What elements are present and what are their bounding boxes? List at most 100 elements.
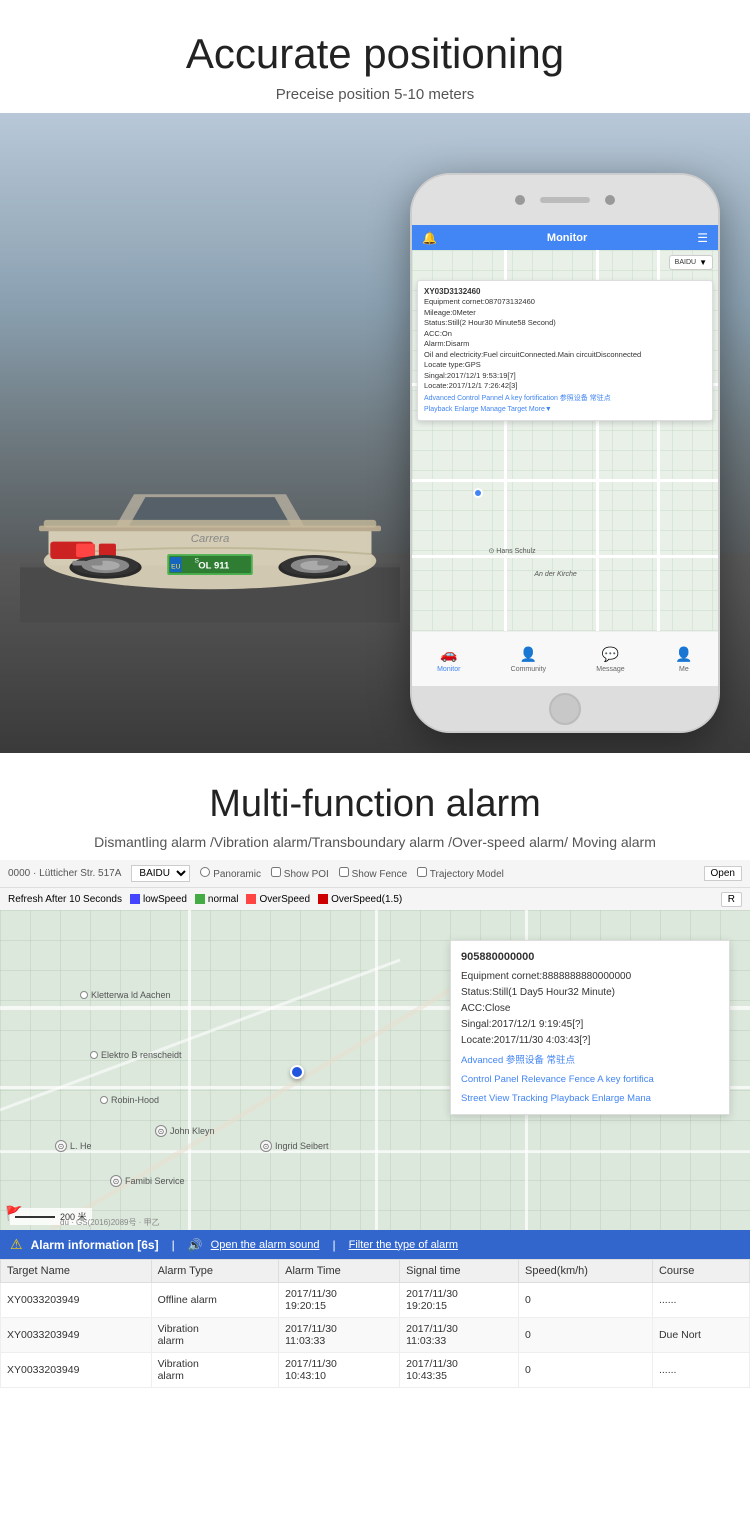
show-fence-checkbox[interactable] <box>339 867 349 877</box>
popup-links3[interactable]: Street View Tracking Playback Enlarge Ma… <box>461 1091 719 1106</box>
car-image: EU OL 911 S Carrera <box>20 388 400 653</box>
phone-bottom-nav: 🚗 Monitor 👤 Community 💬 Message 👤 Me <box>412 631 718 686</box>
nav-me-label: Me <box>679 666 689 673</box>
phone-map-area: BAIDU ▼ XY03D3132460 Equipment cornet:08… <box>412 250 718 631</box>
popup-singal: Singal:2017/12/1 9:19:45[?] <box>461 1017 719 1033</box>
alarm-table-header: Target Name Alarm Type Alarm Time Signal… <box>1 1260 750 1283</box>
toolbar-map-select[interactable]: BAIDU <box>131 865 190 882</box>
alarm-icon: ⚠ <box>10 1236 23 1253</box>
popup-device-id: XY03D3132460 <box>424 286 706 297</box>
nav-community[interactable]: 👤 Community <box>511 646 546 673</box>
alarm-open-sound[interactable]: Open the alarm sound <box>211 1239 320 1251</box>
toolbar-address: 0000 · Lütticher Str. 517A <box>8 868 121 879</box>
popup-mileage: Mileage:0Meter <box>424 308 706 319</box>
alarm-separator: | <box>172 1238 175 1252</box>
cell-alarm-time: 2017/11/30 19:20:15 <box>279 1283 400 1318</box>
cell-signal-time: 2017/11/30 11:03:33 <box>400 1318 519 1353</box>
legend-normal: normal <box>195 894 239 905</box>
alarm-header: ⚠ Alarm information [6s] | 🔊 Open the al… <box>0 1230 750 1259</box>
popup-links1[interactable]: Advanced Control Pannel A key fortificat… <box>424 394 706 404</box>
john-kleyn-label: ⊙ John Kleyn <box>155 1125 215 1137</box>
device-info-popup: XY03D3132460 Equipment cornet:0870731324… <box>417 280 713 421</box>
nav-monitor-label: Monitor <box>437 666 460 673</box>
refresh-label: Refresh After 10 Seconds <box>8 894 122 905</box>
alarm-table: Target Name Alarm Type Alarm Time Signal… <box>0 1259 750 1388</box>
col-target: Target Name <box>1 1260 152 1283</box>
toolbar-show-fence: Show Fence <box>339 867 407 880</box>
menu-icon: ☰ <box>697 231 708 245</box>
kletterwald-label: Kletterwa ld Aachen <box>80 990 171 1000</box>
popup-links2[interactable]: Control Panel Relevance Fence A key fort… <box>461 1072 719 1087</box>
open-button[interactable]: Open <box>704 866 742 881</box>
panoramic-radio[interactable] <box>200 867 210 877</box>
nav-community-label: Community <box>511 666 546 673</box>
svg-text:Carrera: Carrera <box>191 533 230 545</box>
phone-home-button[interactable] <box>412 686 718 731</box>
section1-header: Accurate positioning Preceise position 5… <box>0 0 750 113</box>
svg-text:EU: EU <box>171 563 180 570</box>
map-watermark: du · GS(2016)2089号 · 甲乙 <box>60 1217 160 1228</box>
me-nav-icon: 👤 <box>675 646 693 664</box>
community-nav-icon: 👤 <box>519 646 537 664</box>
nav-message-label: Message <box>596 666 624 673</box>
alarm-header-text: Alarm information [6s] <box>31 1238 159 1252</box>
popup-cornet: Equipment cornet:8888888880000000 <box>461 969 719 985</box>
cell-signal-time: 2017/11/30 10:43:35 <box>400 1353 519 1388</box>
main-map-area: Kletterwa ld Aachen Elektro B renscheidt… <box>0 910 750 1230</box>
cell-target: XY0033203949 <box>1 1353 152 1388</box>
alarm-table-row: XY0033203949 Vibration alarm 2017/11/30 … <box>1 1318 750 1353</box>
map-place-hans: ⊙ Hans Schulz <box>489 547 536 555</box>
popup-links2[interactable]: Playback Enlarge Manage Target More▼ <box>424 405 706 415</box>
map-pin <box>473 488 483 498</box>
phone-top-bar <box>412 175 718 225</box>
cell-course: ...... <box>652 1353 749 1388</box>
popup-status: Status:Still(2 Hour30 Minute58 Second) <box>424 318 706 329</box>
popup-alarm: Alarm:Disarm <box>424 339 706 350</box>
svg-text:OL 911: OL 911 <box>198 560 230 571</box>
col-course: Course <box>652 1260 749 1283</box>
map-dropdown[interactable]: BAIDU ▼ <box>669 255 713 270</box>
cell-type: Vibration alarm <box>151 1318 279 1353</box>
alarm-section: ⚠ Alarm information [6s] | 🔊 Open the al… <box>0 1230 750 1388</box>
section1-title: Accurate positioning <box>20 30 730 78</box>
phone-mockup: 🔔 Monitor ☰ BAIDU ▼ <box>410 173 720 733</box>
alarm-filter[interactable]: Filter the type of alarm <box>349 1239 458 1251</box>
device-popup: 905880000000 Equipment cornet:8888888880… <box>450 940 730 1115</box>
nav-message[interactable]: 💬 Message <box>596 646 624 673</box>
col-signal-time: Signal time <box>400 1260 519 1283</box>
nav-me[interactable]: 👤 Me <box>675 646 693 673</box>
cell-target: XY0033203949 <box>1 1283 152 1318</box>
alarm-table-row: XY0033203949 Offline alarm 2017/11/30 19… <box>1 1283 750 1318</box>
map-toolbar: 0000 · Lütticher Str. 517A BAIDU Panoram… <box>0 860 750 888</box>
toolbar-show-poi: Show POI <box>271 867 329 880</box>
show-poi-checkbox[interactable] <box>271 867 281 877</box>
col-alarm-time: Alarm Time <box>279 1260 400 1283</box>
robin-hood-label: Robin-Hood <box>100 1095 159 1105</box>
cell-speed: 0 <box>518 1318 652 1353</box>
phone-speaker <box>540 197 590 203</box>
section2-title: Multi-function alarm <box>20 783 730 826</box>
famibi-label: ⊙ Famibi Service <box>110 1175 185 1187</box>
speed-legend: Refresh After 10 Seconds lowSpeed normal… <box>0 888 750 910</box>
hero-section: EU OL 911 S Carrera <box>0 113 750 753</box>
popup-device-id: 905880000000 <box>461 949 719 967</box>
cell-course: Due Nort <box>652 1318 749 1353</box>
nav-monitor[interactable]: 🚗 Monitor <box>437 646 460 673</box>
cell-alarm-time: 2017/11/30 10:43:10 <box>279 1353 400 1388</box>
map-place-kirche: An der Kirche <box>534 571 576 578</box>
alarm-sound-icon: 🔊 <box>188 1238 203 1252</box>
section2-header: Multi-function alarm Dismantling alarm /… <box>0 753 750 860</box>
popup-links1[interactable]: Advanced 参照设备 常驻点 <box>461 1053 719 1068</box>
phone-status-bar: 🔔 Monitor ☰ <box>412 225 718 250</box>
l-he-label: ⊙ L. He <box>55 1140 92 1152</box>
popup-acc: ACC:On <box>424 329 706 340</box>
section1-subtitle: Preceise position 5-10 meters <box>20 86 730 103</box>
alarm-separator2: | <box>333 1238 336 1252</box>
phone-camera-right <box>605 195 615 205</box>
toolbar-trajectory: Trajectory Model <box>417 867 504 880</box>
cell-target: XY0033203949 <box>1 1318 152 1353</box>
popup-singal: Singal:2017/12/1 9:53:19[7] <box>424 371 706 382</box>
r-button[interactable]: R <box>721 892 742 907</box>
trajectory-checkbox[interactable] <box>417 867 427 877</box>
col-speed: Speed(km/h) <box>518 1260 652 1283</box>
